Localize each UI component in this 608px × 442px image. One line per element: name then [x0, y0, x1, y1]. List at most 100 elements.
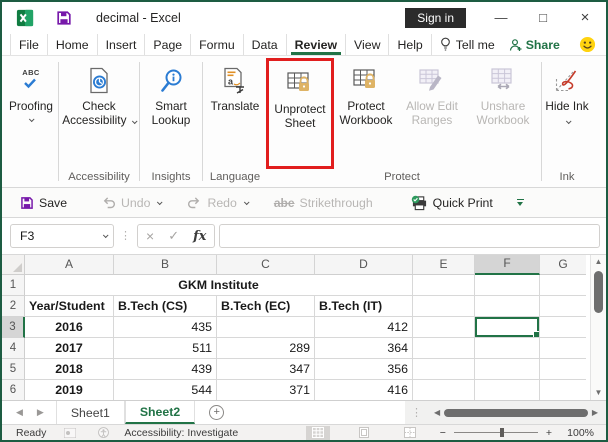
- maximize-button[interactable]: □: [522, 3, 564, 33]
- column-header-F[interactable]: F: [475, 255, 540, 275]
- cell-A3[interactable]: 2016: [25, 317, 114, 338]
- enter-icon[interactable]: ✓: [168, 228, 179, 244]
- qat-quick-print-button[interactable]: Quick Print: [405, 195, 499, 211]
- row-header-3[interactable]: 3: [2, 317, 25, 338]
- prev-sheet-icon[interactable]: ◀: [16, 407, 23, 418]
- cell-F3-selected[interactable]: [475, 317, 540, 338]
- proofing-button[interactable]: ABC Proofing: [6, 58, 56, 169]
- tab-insert[interactable]: Insert: [98, 34, 146, 55]
- cell[interactable]: [413, 296, 475, 317]
- select-all-corner[interactable]: [2, 255, 25, 275]
- page-layout-view-button[interactable]: [352, 426, 376, 440]
- next-sheet-icon[interactable]: ▶: [37, 407, 44, 418]
- hide-ink-button[interactable]: Hide Ink: [544, 58, 590, 169]
- feedback-smiley-icon[interactable]: [579, 34, 596, 55]
- tab-help[interactable]: Help: [389, 34, 432, 55]
- cell-D4[interactable]: 364: [315, 338, 413, 359]
- cell[interactable]: [475, 338, 540, 359]
- cell-D2[interactable]: B.Tech (IT): [315, 296, 413, 317]
- column-header-B[interactable]: B: [114, 255, 217, 275]
- zoom-slider[interactable]: [453, 428, 538, 437]
- column-header-D[interactable]: D: [315, 255, 413, 275]
- minimize-button[interactable]: —: [480, 3, 522, 33]
- zoom-out-button[interactable]: −: [440, 427, 446, 439]
- horizontal-scrollbar[interactable]: ◀ ▶: [430, 408, 602, 417]
- scroll-up-icon[interactable]: ▲: [595, 255, 603, 269]
- name-box[interactable]: F3: [10, 224, 114, 248]
- tab-review[interactable]: Review: [287, 34, 347, 55]
- cell[interactable]: [540, 338, 586, 359]
- splitter-dots[interactable]: ⋮: [409, 407, 424, 418]
- vertical-scroll-thumb[interactable]: [594, 271, 603, 313]
- close-button[interactable]: ×: [564, 3, 606, 33]
- cell-A1-merged-title[interactable]: GKM Institute: [25, 275, 413, 296]
- scroll-down-icon[interactable]: ▼: [595, 386, 603, 400]
- column-header-C[interactable]: C: [217, 255, 315, 275]
- tell-me-button[interactable]: Tell me: [432, 34, 503, 55]
- smart-lookup-button[interactable]: Smart Lookup: [142, 58, 200, 169]
- accessibility-person-icon[interactable]: [98, 427, 112, 438]
- customize-qat-button[interactable]: [516, 199, 524, 206]
- row-header-1[interactable]: 1: [2, 275, 25, 296]
- cell-A4[interactable]: 2017: [25, 338, 114, 359]
- cell[interactable]: [475, 380, 540, 400]
- row-header-4[interactable]: 4: [2, 338, 25, 359]
- horizontal-scroll-thumb[interactable]: [444, 408, 588, 417]
- cell-B6[interactable]: 544: [114, 380, 217, 400]
- tab-home[interactable]: Home: [48, 34, 98, 55]
- drag-handle-dots[interactable]: ⋮: [118, 231, 133, 242]
- tab-data[interactable]: Data: [244, 34, 287, 55]
- sign-in-button[interactable]: Sign in: [405, 8, 466, 28]
- cell[interactable]: [475, 275, 540, 296]
- accessibility-status[interactable]: Accessibility: Investigate: [124, 427, 238, 439]
- zoom-level[interactable]: 100%: [560, 427, 594, 439]
- cell[interactable]: [413, 338, 475, 359]
- check-accessibility-button[interactable]: Check Accessibility: [61, 58, 138, 169]
- row-header-5[interactable]: 5: [2, 359, 25, 380]
- tab-file[interactable]: File: [10, 34, 48, 55]
- formula-input[interactable]: [219, 224, 600, 248]
- new-sheet-button[interactable]: +: [209, 401, 225, 424]
- translate-button[interactable]: a Translate: [205, 58, 265, 169]
- page-break-view-button[interactable]: [398, 426, 422, 440]
- cell[interactable]: [475, 296, 540, 317]
- insert-function-icon[interactable]: fx: [193, 229, 206, 244]
- cell-D6[interactable]: 416: [315, 380, 413, 400]
- cell[interactable]: [540, 296, 586, 317]
- cell-B3[interactable]: 435: [114, 317, 217, 338]
- cell[interactable]: [540, 359, 586, 380]
- tab-formulas[interactable]: Formu: [191, 34, 244, 55]
- cancel-icon[interactable]: ×: [146, 228, 154, 244]
- vertical-scrollbar[interactable]: ▲ ▼: [590, 255, 606, 400]
- column-header-E[interactable]: E: [413, 255, 475, 275]
- column-header-A[interactable]: A: [25, 255, 114, 275]
- row-header-6[interactable]: 6: [2, 380, 25, 400]
- cell-C2[interactable]: B.Tech (EC): [217, 296, 315, 317]
- cell-D3[interactable]: 412: [315, 317, 413, 338]
- cell-B2[interactable]: B.Tech (CS): [114, 296, 217, 317]
- sheet-tab-sheet2[interactable]: Sheet2: [124, 401, 196, 424]
- cell[interactable]: [413, 380, 475, 400]
- scroll-left-icon[interactable]: ◀: [434, 408, 440, 417]
- zoom-in-button[interactable]: +: [546, 427, 552, 439]
- column-header-G[interactable]: G: [540, 255, 586, 275]
- cell[interactable]: [540, 380, 586, 400]
- cell[interactable]: [540, 317, 586, 338]
- normal-view-button[interactable]: [305, 425, 330, 440]
- cell[interactable]: [475, 359, 540, 380]
- cell-C6[interactable]: 371: [217, 380, 315, 400]
- autosave-save-icon[interactable]: [56, 10, 72, 26]
- cell-B5[interactable]: 439: [114, 359, 217, 380]
- cell-A6[interactable]: 2019: [25, 380, 114, 400]
- cell[interactable]: [540, 275, 586, 296]
- zoom-slider-thumb[interactable]: [499, 428, 504, 437]
- macro-record-icon[interactable]: [64, 427, 78, 438]
- row-header-2[interactable]: 2: [2, 296, 25, 317]
- qat-save-button[interactable]: Save: [14, 196, 73, 210]
- cell-A5[interactable]: 2018: [25, 359, 114, 380]
- sheet-tab-sheet1[interactable]: Sheet1: [55, 401, 125, 424]
- cell-B4[interactable]: 511: [114, 338, 217, 359]
- cell-C5[interactable]: 347: [217, 359, 315, 380]
- cell[interactable]: [413, 275, 475, 296]
- cell[interactable]: [413, 359, 475, 380]
